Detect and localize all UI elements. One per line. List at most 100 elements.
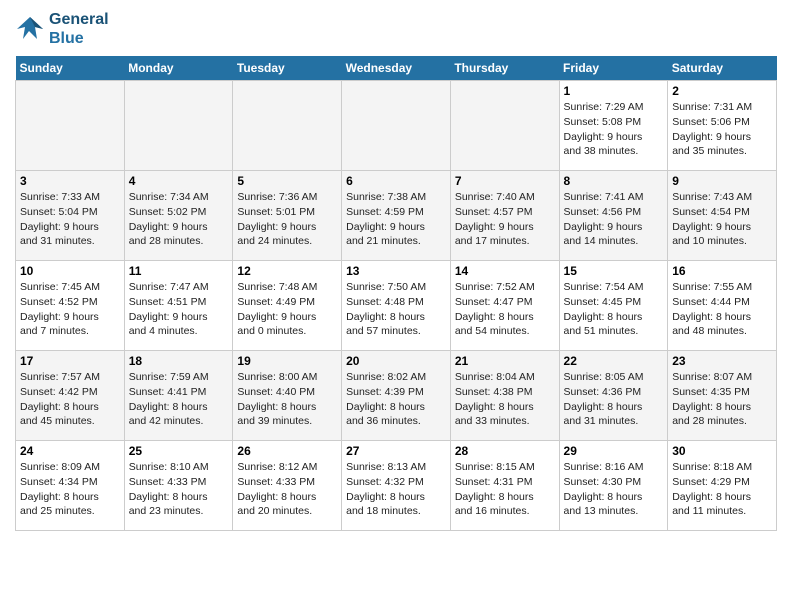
day-number: 25 [129,444,229,458]
calendar-header: SundayMondayTuesdayWednesdayThursdayFrid… [16,56,777,81]
calendar-cell: 2 Sunrise: 7:31 AM Sunset: 5:06 PM Daylig… [668,81,777,171]
day-number: 9 [672,174,772,188]
day-number: 15 [564,264,664,278]
day-number: 1 [564,84,664,98]
day-number: 29 [564,444,664,458]
calendar-cell: 15Sunrise: 7:54 AM Sunset: 4:45 PM Dayli… [559,261,668,351]
day-number: 4 [129,174,229,188]
calendar-cell: 24 Sunrise: 8:09 AM Sunset: 4:34 PM Dayli… [16,441,125,531]
weekday-header-sunday: Sunday [16,56,125,81]
logo-icon [15,15,45,43]
calendar-cell: 10 Sunrise: 7:45 AM Sunset: 4:52 PM Dayli… [16,261,125,351]
calendar-cell: 23Sunrise: 8:07 AM Sunset: 4:35 PM Dayli… [668,351,777,441]
weekday-header-wednesday: Wednesday [342,56,451,81]
logo: General Blue [15,10,109,48]
calendar-cell: 13 Sunrise: 7:50 AM Sunset: 4:48 PM Dayli… [342,261,451,351]
calendar-cell: 20Sunrise: 8:02 AM Sunset: 4:39 PM Dayli… [342,351,451,441]
day-info: Sunrise: 7:41 AM Sunset: 4:56 PM Dayligh… [564,190,664,249]
weekday-header-friday: Friday [559,56,668,81]
calendar-cell: 7Sunrise: 7:40 AM Sunset: 4:57 PM Daylig… [450,171,559,261]
day-number: 7 [455,174,555,188]
day-info: Sunrise: 8:09 AM Sunset: 4:34 PM Dayligh… [20,460,120,519]
day-info: Sunrise: 7:34 AM Sunset: 5:02 PM Dayligh… [129,190,229,249]
calendar-cell: 28Sunrise: 8:15 AM Sunset: 4:31 PM Dayli… [450,441,559,531]
day-info: Sunrise: 7:45 AM Sunset: 4:52 PM Dayligh… [20,280,120,339]
day-number: 12 [237,264,337,278]
day-info: Sunrise: 7:29 AM Sunset: 5:08 PM Dayligh… [564,100,664,159]
day-number: 8 [564,174,664,188]
calendar-cell: 4 Sunrise: 7:34 AM Sunset: 5:02 PM Daylig… [124,171,233,261]
calendar-cell: 1 Sunrise: 7:29 AM Sunset: 5:08 PM Daylig… [559,81,668,171]
day-number: 3 [20,174,120,188]
calendar-cell [450,81,559,171]
day-info: Sunrise: 8:04 AM Sunset: 4:38 PM Dayligh… [455,370,555,429]
day-number: 2 [672,84,772,98]
weekday-header-saturday: Saturday [668,56,777,81]
day-number: 16 [672,264,772,278]
day-info: Sunrise: 8:10 AM Sunset: 4:33 PM Dayligh… [129,460,229,519]
calendar-cell: 29 Sunrise: 8:16 AM Sunset: 4:30 PM Dayli… [559,441,668,531]
weekday-header-monday: Monday [124,56,233,81]
weekday-header-thursday: Thursday [450,56,559,81]
day-info: Sunrise: 7:50 AM Sunset: 4:48 PM Dayligh… [346,280,446,339]
calendar-table: SundayMondayTuesdayWednesdayThursdayFrid… [15,56,777,531]
weekday-header-tuesday: Tuesday [233,56,342,81]
calendar-cell: 17Sunrise: 7:57 AM Sunset: 4:42 PM Dayli… [16,351,125,441]
calendar-cell: 9Sunrise: 7:43 AM Sunset: 4:54 PM Daylig… [668,171,777,261]
day-number: 24 [20,444,120,458]
calendar-cell: 25 Sunrise: 8:10 AM Sunset: 4:33 PM Dayli… [124,441,233,531]
day-number: 13 [346,264,446,278]
day-info: Sunrise: 8:18 AM Sunset: 4:29 PM Dayligh… [672,460,772,519]
logo-text: General Blue [49,10,109,48]
calendar-week-1: 1 Sunrise: 7:29 AM Sunset: 5:08 PM Daylig… [16,81,777,171]
calendar-week-4: 17Sunrise: 7:57 AM Sunset: 4:42 PM Dayli… [16,351,777,441]
day-number: 10 [20,264,120,278]
day-info: Sunrise: 8:13 AM Sunset: 4:32 PM Dayligh… [346,460,446,519]
day-info: Sunrise: 7:33 AM Sunset: 5:04 PM Dayligh… [20,190,120,249]
day-info: Sunrise: 7:31 AM Sunset: 5:06 PM Dayligh… [672,100,772,159]
weekday-row: SundayMondayTuesdayWednesdayThursdayFrid… [16,56,777,81]
day-number: 18 [129,354,229,368]
day-info: Sunrise: 8:15 AM Sunset: 4:31 PM Dayligh… [455,460,555,519]
day-number: 26 [237,444,337,458]
day-number: 11 [129,264,229,278]
day-info: Sunrise: 7:52 AM Sunset: 4:47 PM Dayligh… [455,280,555,339]
day-info: Sunrise: 8:02 AM Sunset: 4:39 PM Dayligh… [346,370,446,429]
day-number: 19 [237,354,337,368]
calendar-cell: 27 Sunrise: 8:13 AM Sunset: 4:32 PM Dayli… [342,441,451,531]
calendar-cell: 30 Sunrise: 8:18 AM Sunset: 4:29 PM Dayli… [668,441,777,531]
day-info: Sunrise: 8:12 AM Sunset: 4:33 PM Dayligh… [237,460,337,519]
day-number: 22 [564,354,664,368]
calendar-body: 1 Sunrise: 7:29 AM Sunset: 5:08 PM Daylig… [16,81,777,531]
day-info: Sunrise: 7:36 AM Sunset: 5:01 PM Dayligh… [237,190,337,249]
page-header: General Blue [15,10,777,48]
day-number: 27 [346,444,446,458]
day-info: Sunrise: 8:16 AM Sunset: 4:30 PM Dayligh… [564,460,664,519]
calendar-cell [16,81,125,171]
day-number: 30 [672,444,772,458]
day-number: 21 [455,354,555,368]
day-info: Sunrise: 7:55 AM Sunset: 4:44 PM Dayligh… [672,280,772,339]
calendar-cell: 11 Sunrise: 7:47 AM Sunset: 4:51 PM Dayli… [124,261,233,351]
calendar-cell: 26 Sunrise: 8:12 AM Sunset: 4:33 PM Dayli… [233,441,342,531]
calendar-cell: 14 Sunrise: 7:52 AM Sunset: 4:47 PM Dayli… [450,261,559,351]
day-info: Sunrise: 8:00 AM Sunset: 4:40 PM Dayligh… [237,370,337,429]
calendar-week-2: 3 Sunrise: 7:33 AM Sunset: 5:04 PM Daylig… [16,171,777,261]
day-info: Sunrise: 7:47 AM Sunset: 4:51 PM Dayligh… [129,280,229,339]
calendar-cell: 18Sunrise: 7:59 AM Sunset: 4:41 PM Dayli… [124,351,233,441]
calendar-cell: 3 Sunrise: 7:33 AM Sunset: 5:04 PM Daylig… [16,171,125,261]
day-number: 17 [20,354,120,368]
calendar-cell: 12 Sunrise: 7:48 AM Sunset: 4:49 PM Dayli… [233,261,342,351]
calendar-cell: 5Sunrise: 7:36 AM Sunset: 5:01 PM Daylig… [233,171,342,261]
calendar-cell: 6 Sunrise: 7:38 AM Sunset: 4:59 PM Daylig… [342,171,451,261]
day-number: 14 [455,264,555,278]
day-number: 6 [346,174,446,188]
calendar-cell: 8 Sunrise: 7:41 AM Sunset: 4:56 PM Daylig… [559,171,668,261]
calendar-cell [342,81,451,171]
day-info: Sunrise: 7:38 AM Sunset: 4:59 PM Dayligh… [346,190,446,249]
day-info: Sunrise: 7:48 AM Sunset: 4:49 PM Dayligh… [237,280,337,339]
calendar-cell [124,81,233,171]
day-info: Sunrise: 8:05 AM Sunset: 4:36 PM Dayligh… [564,370,664,429]
calendar-cell [233,81,342,171]
calendar-cell: 19 Sunrise: 8:00 AM Sunset: 4:40 PM Dayli… [233,351,342,441]
